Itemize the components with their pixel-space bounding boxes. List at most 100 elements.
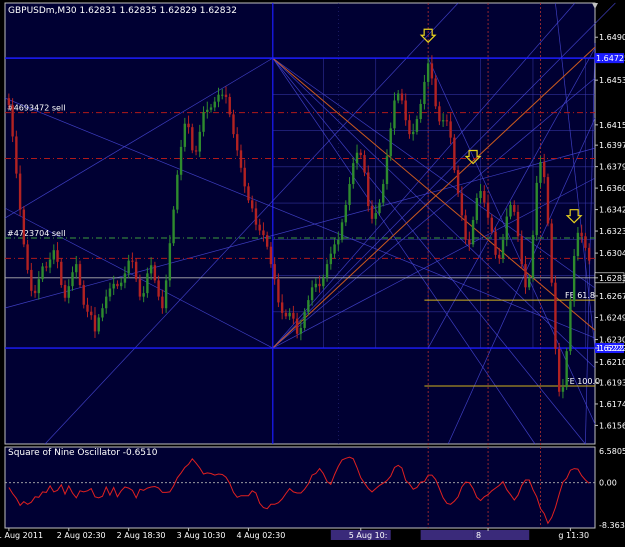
candle-body bbox=[168, 243, 172, 281]
x-tick-label: 2 Aug 02:30 bbox=[57, 531, 106, 540]
y-tick-label: 1.63420 bbox=[599, 206, 625, 215]
candle-body bbox=[325, 264, 329, 279]
candle-body bbox=[505, 216, 508, 240]
candle-body bbox=[105, 296, 108, 309]
candle-body bbox=[127, 260, 130, 274]
candle-body bbox=[284, 312, 288, 317]
y-tick-label: 1.63045 bbox=[599, 249, 625, 258]
candle-body bbox=[82, 285, 85, 305]
candle-body bbox=[539, 161, 542, 183]
candle-body bbox=[411, 131, 415, 135]
candle-body bbox=[490, 217, 493, 232]
time-highlight-box bbox=[420, 530, 474, 540]
candle-body bbox=[576, 232, 580, 256]
candle-body bbox=[513, 204, 516, 212]
candle-body bbox=[528, 278, 531, 288]
y-tick-label: 1.61930 bbox=[599, 378, 625, 387]
candle-body bbox=[239, 150, 243, 168]
candle-body bbox=[479, 191, 482, 198]
candle-body bbox=[243, 167, 246, 187]
candle-body bbox=[587, 247, 591, 261]
candle-body bbox=[352, 163, 355, 185]
candle-body bbox=[26, 244, 29, 270]
candle-body bbox=[101, 308, 104, 318]
candle-body bbox=[363, 155, 366, 173]
candle-body bbox=[426, 63, 430, 82]
candle-body bbox=[18, 173, 22, 210]
candle-body bbox=[385, 156, 389, 185]
candle-body bbox=[486, 202, 490, 218]
candle-body bbox=[232, 114, 235, 135]
candle-body bbox=[108, 288, 112, 297]
candle-body bbox=[262, 230, 265, 236]
candle-body bbox=[153, 265, 157, 281]
x-tick-label: 2 Aug 18:30 bbox=[117, 531, 166, 540]
candle-body bbox=[22, 209, 26, 245]
candle-body bbox=[561, 387, 565, 392]
candle-body bbox=[303, 311, 306, 328]
candle-body bbox=[367, 172, 370, 207]
candle-body bbox=[370, 206, 374, 219]
candle-body bbox=[340, 222, 344, 240]
candle-body bbox=[15, 136, 18, 174]
candle-body bbox=[60, 261, 63, 286]
candle-body bbox=[355, 152, 359, 164]
x-tick-label: 3 Aug 10:30 bbox=[177, 531, 226, 540]
y-tick-label: 1.62832 bbox=[599, 274, 625, 283]
candle-body bbox=[550, 223, 553, 283]
candle-body bbox=[333, 244, 336, 254]
candle-body bbox=[314, 283, 318, 288]
chart-canvas[interactable]: 1.64725 1.62227 #4693472 sell #4723704 sell… bbox=[0, 0, 625, 543]
candle-body bbox=[584, 236, 587, 248]
candle-body bbox=[378, 202, 381, 214]
candle-body bbox=[116, 283, 119, 287]
y-tick-label: 1.62490 bbox=[599, 314, 625, 323]
candle-body bbox=[400, 93, 404, 101]
x-tick-label: 8 bbox=[476, 531, 481, 540]
candle-body bbox=[146, 273, 149, 294]
candle-body bbox=[557, 348, 561, 392]
candle-body bbox=[456, 170, 460, 194]
candle-body bbox=[554, 282, 557, 349]
candle-body bbox=[131, 260, 134, 262]
order-line-label: #4723704 sell bbox=[7, 229, 65, 238]
order-line-label: #4693472 sell bbox=[7, 104, 65, 113]
y-tick-label: 1.61560 bbox=[599, 421, 625, 430]
candle-body bbox=[7, 98, 11, 106]
y-tick-label: 1.64150 bbox=[599, 121, 625, 130]
candle-body bbox=[187, 123, 190, 128]
candle-body bbox=[78, 264, 82, 286]
candle-body bbox=[161, 296, 164, 309]
candle-body bbox=[269, 246, 273, 265]
candle-body bbox=[464, 215, 467, 240]
candle-body bbox=[288, 312, 291, 317]
candle-body bbox=[501, 239, 505, 259]
candle-body bbox=[254, 208, 258, 225]
fibo-expansion-label: FE 61.8 bbox=[565, 291, 595, 300]
y-tick-label: 1.63235 bbox=[599, 227, 625, 236]
y-tick-label: 1.61745 bbox=[599, 400, 625, 409]
candle-body bbox=[247, 186, 250, 201]
candle-body bbox=[236, 134, 239, 151]
candle-body bbox=[33, 290, 37, 294]
candle-body bbox=[228, 97, 231, 115]
candle-body bbox=[86, 304, 89, 312]
candle-body bbox=[453, 137, 456, 171]
candle-body bbox=[221, 94, 224, 96]
candle-body bbox=[183, 123, 187, 147]
candle-body bbox=[206, 109, 209, 113]
candle-body bbox=[265, 235, 269, 247]
candle-body bbox=[273, 264, 276, 280]
time-highlight-box bbox=[473, 530, 530, 540]
candle-body bbox=[329, 253, 333, 265]
candle-body bbox=[498, 254, 501, 259]
candle-body bbox=[471, 220, 475, 245]
candle-body bbox=[56, 250, 59, 262]
candle-body bbox=[67, 286, 70, 298]
candle-body bbox=[569, 301, 572, 352]
candle-body bbox=[344, 204, 347, 223]
candle-body bbox=[543, 161, 546, 178]
candle-body bbox=[494, 231, 497, 255]
candle-body bbox=[213, 101, 216, 108]
oscillator-panel-frame bbox=[4, 446, 596, 529]
